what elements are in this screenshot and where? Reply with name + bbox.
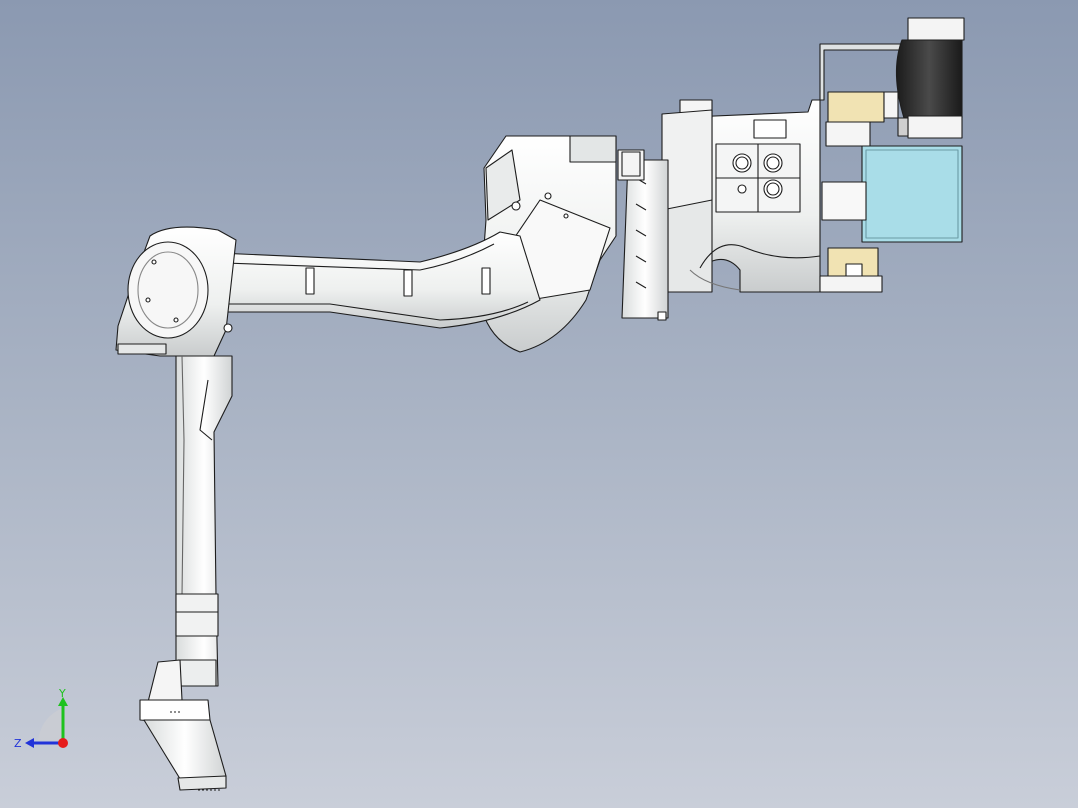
- shoulder-joint: [617, 149, 669, 321]
- triad-plane: [38, 708, 63, 740]
- axis-triad: Y Z: [12, 686, 76, 750]
- z-axis-arrow: [25, 738, 34, 748]
- robot-base: [661, 99, 821, 293]
- upper-arm-link: [195, 231, 541, 329]
- y-axis-label: Y: [58, 687, 66, 700]
- x-axis-dot: [58, 738, 68, 748]
- servo-motor: [895, 17, 965, 139]
- robot-arm-model[interactable]: [0, 0, 1078, 808]
- lower-arm-link: [175, 355, 233, 687]
- cad-viewport[interactable]: Y Z: [0, 0, 1078, 808]
- elbow-joint: [115, 226, 237, 357]
- axis-triad-graphic: Y Z: [14, 687, 68, 750]
- z-axis-label: Z: [14, 737, 22, 750]
